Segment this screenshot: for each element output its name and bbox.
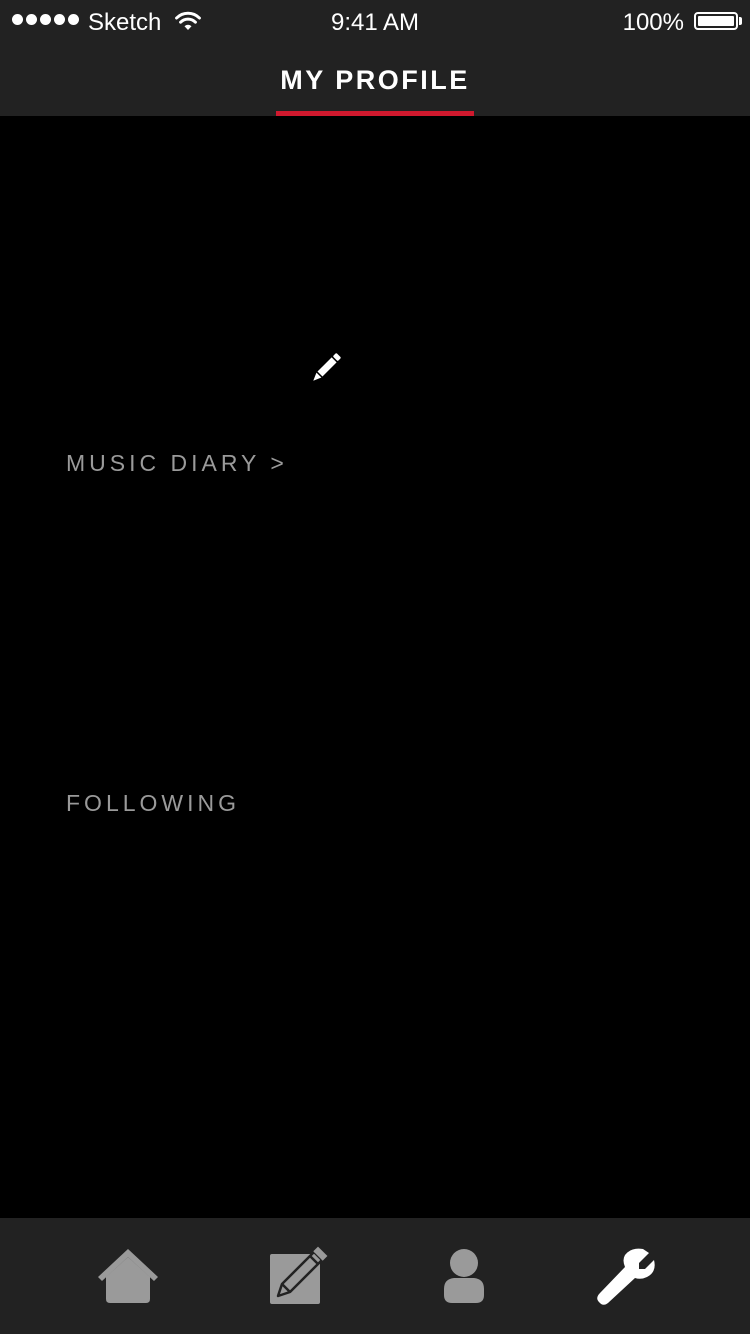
music-diary-link[interactable]: MUSIC DIARY > — [66, 448, 288, 478]
tab-compose[interactable] — [204, 1218, 391, 1334]
tab-home[interactable] — [34, 1218, 221, 1334]
following-heading: FOLLOWING — [66, 790, 241, 816]
status-bar: Sketch 9:41 AM 100% — [0, 0, 750, 44]
battery-percentage: 100% — [622, 9, 684, 36]
compose-icon — [269, 1246, 327, 1304]
battery-tip — [739, 17, 742, 25]
tab-bar — [0, 1218, 750, 1334]
battery-level — [698, 16, 734, 26]
page-title: MY PROFILE — [280, 65, 470, 95]
top-bar: Sketch 9:41 AM 100% MY PROFILE — [0, 0, 750, 116]
tab-profile[interactable] — [370, 1218, 557, 1334]
home-icon — [97, 1249, 158, 1303]
active-tab-indicator — [276, 111, 474, 116]
pencil-icon[interactable] — [306, 348, 346, 388]
profile-screen: Sketch 9:41 AM 100% MY PROFILE MUSIC DIA… — [0, 0, 750, 1334]
battery-icon — [694, 12, 738, 30]
user-icon — [443, 1249, 484, 1303]
tab-settings[interactable] — [532, 1218, 719, 1334]
wrench-icon — [596, 1248, 655, 1305]
